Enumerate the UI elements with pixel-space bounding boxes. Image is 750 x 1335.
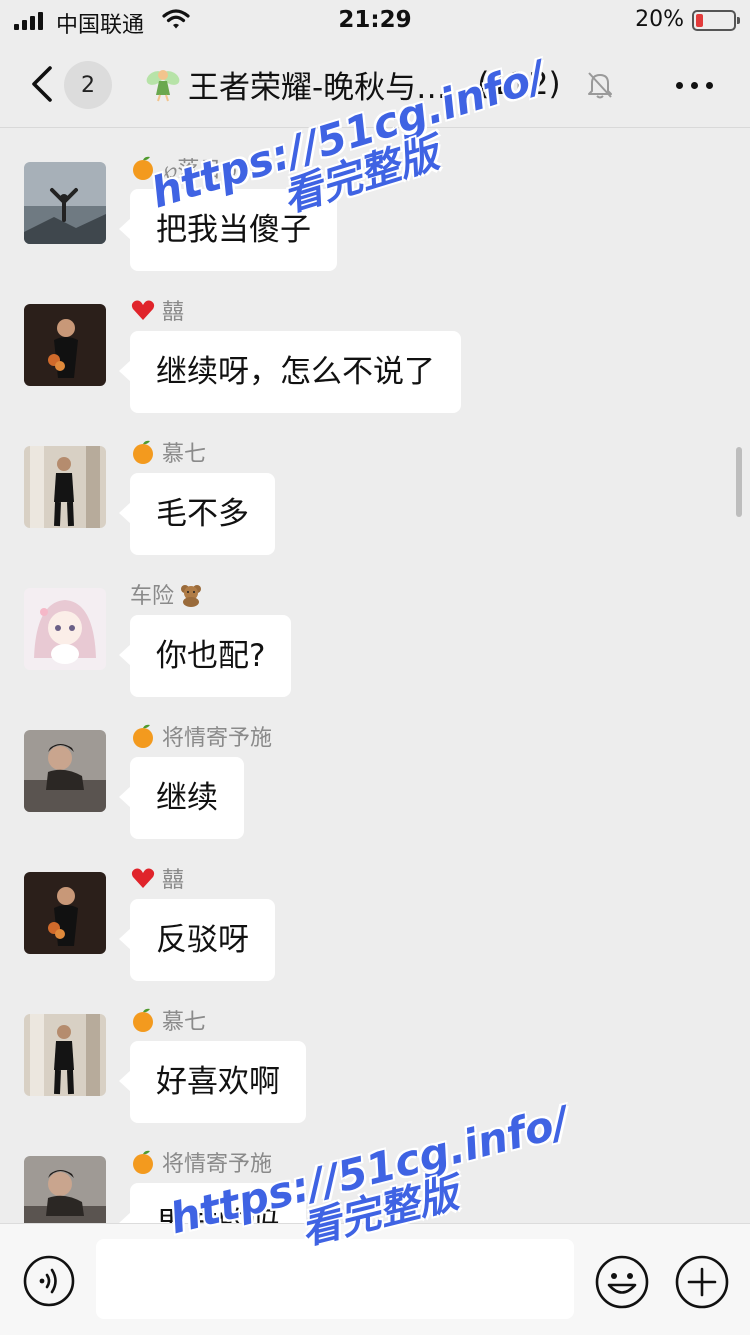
sender-name: ℘落日℘ <box>130 153 237 183</box>
avatar[interactable] <box>24 446 106 528</box>
sender-name: 车险 <box>130 579 204 609</box>
message-bubble[interactable]: 你也配? <box>118 615 292 697</box>
message-item: 囍 继续呀，怎么不说了 <box>0 271 750 413</box>
avatar[interactable] <box>24 872 106 954</box>
group-name: 王者荣耀-晚秋与… <box>188 69 448 106</box>
message-bubble[interactable]: 毛不多 <box>119 473 275 555</box>
member-count: (112) <box>477 66 561 102</box>
message-list[interactable]: ℘落日℘ 把我当傻子 囍 继续呀，怎么不说了 慕七 毛不多 车险 你也配? 将情… <box>0 129 750 1223</box>
heart-icon <box>131 300 155 320</box>
message-item: 将情寄予施 继续 <box>0 697 750 839</box>
fairy-icon <box>146 70 180 102</box>
voice-input-button[interactable] <box>22 1254 76 1308</box>
message-item: 慕七 好喜欢啊 <box>0 981 750 1123</box>
message-input[interactable] <box>96 1239 574 1319</box>
message-bubble[interactable]: 继续 <box>119 757 244 839</box>
message-bubble[interactable]: 把我当傻子 <box>119 189 337 271</box>
avatar[interactable] <box>24 730 106 812</box>
orange-icon <box>133 1150 153 1174</box>
muted-bell-icon <box>588 72 612 99</box>
avatar[interactable] <box>24 588 106 670</box>
avatar[interactable] <box>24 162 106 244</box>
orange-icon <box>133 724 153 748</box>
message-item: 囍 反驳呀 <box>0 839 750 981</box>
orange-icon <box>133 156 153 180</box>
status-bar: 中国联通 21:29 20% <box>0 0 750 42</box>
sender-name: 囍 <box>130 295 184 325</box>
battery-icon <box>692 10 740 31</box>
avatar[interactable] <box>24 1014 106 1096</box>
sender-name: 将情寄予施 <box>130 721 272 751</box>
message-item: 将情寄予施 男方的吗 <box>0 1123 750 1223</box>
input-bar <box>0 1223 750 1335</box>
battery-level <box>696 14 703 27</box>
sender-name: 慕七 <box>130 1005 206 1035</box>
sender-name: 将情寄予施 <box>130 1147 272 1177</box>
message-bubble[interactable]: 男方的吗 <box>119 1183 306 1223</box>
orange-icon <box>133 440 153 464</box>
teddy-bear-icon <box>181 585 202 607</box>
scrollbar[interactable] <box>736 447 742 517</box>
message-item: 车险 你也配? <box>0 555 750 697</box>
back-arrow-icon[interactable] <box>28 64 58 104</box>
message-bubble[interactable]: 反驳呀 <box>119 899 275 981</box>
heart-icon <box>131 868 155 888</box>
orange-icon <box>133 1008 153 1032</box>
message-bubble[interactable]: 继续呀，怎么不说了 <box>119 331 461 413</box>
message-item: ℘落日℘ 把我当傻子 <box>0 129 750 271</box>
add-icon[interactable] <box>674 1254 730 1310</box>
message-bubble[interactable]: 好喜欢啊 <box>119 1041 306 1123</box>
emoji-icon[interactable] <box>594 1254 650 1310</box>
avatar[interactable] <box>24 304 106 386</box>
chat-header: 2 王者荣耀-晚秋与… (112) <box>0 42 750 128</box>
unread-count-badge[interactable]: 2 <box>64 61 112 109</box>
chat-title[interactable]: 王者荣耀-晚秋与… (112) <box>144 64 584 106</box>
avatar[interactable] <box>24 1156 106 1223</box>
sender-name: 慕七 <box>130 437 206 467</box>
message-item: 慕七 毛不多 <box>0 413 750 555</box>
sender-name: 囍 <box>130 863 184 893</box>
more-options-icon[interactable] <box>672 72 718 98</box>
battery-percentage: 20% <box>635 7 684 32</box>
